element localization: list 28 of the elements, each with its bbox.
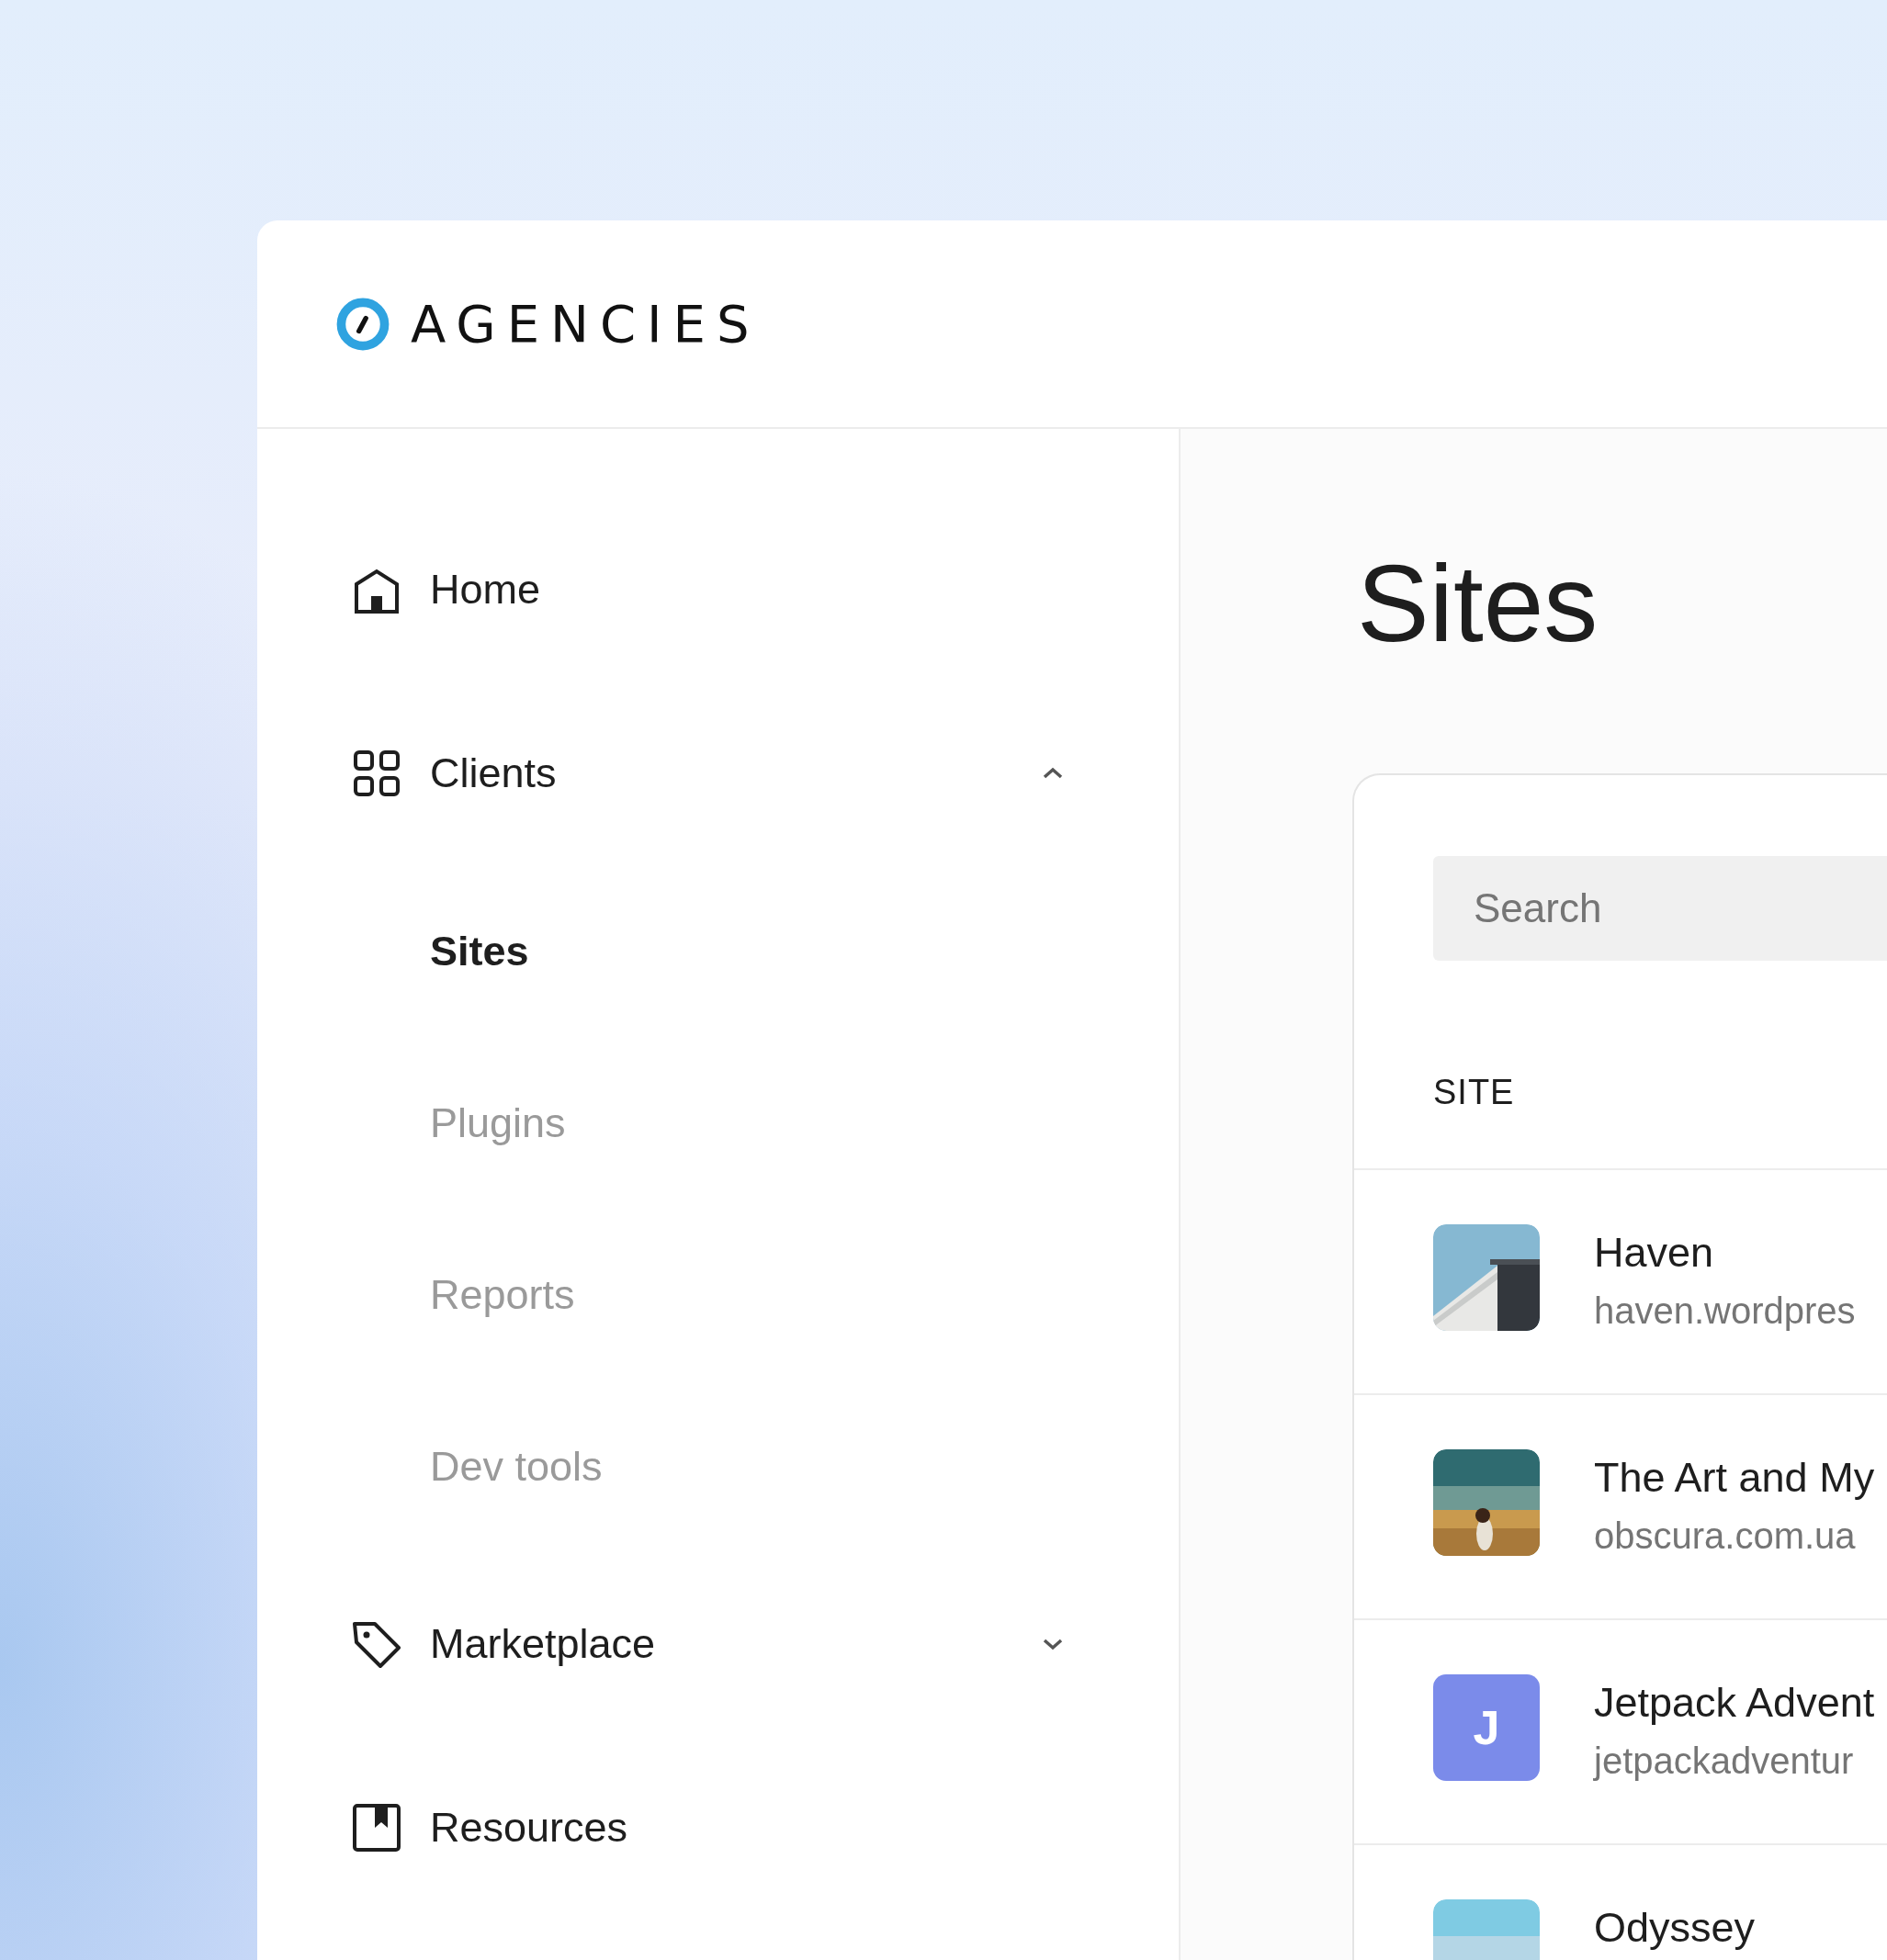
site-name: Jetpack Advent	[1594, 1680, 1875, 1726]
site-name: Haven	[1594, 1230, 1715, 1276]
site-name: The Art and My	[1594, 1455, 1875, 1501]
nav-item[interactable]: Home	[349, 498, 1064, 681]
nav-label: Clients	[430, 749, 558, 797]
site-row[interactable]: Haven haven.wordpres	[1354, 1170, 1887, 1395]
site-url: jetpackadventur	[1594, 1740, 1855, 1783]
nav-label: Resources	[430, 1804, 629, 1852]
site-row[interactable]: Odyssey	[1354, 1845, 1887, 1960]
chevron-up-icon[interactable]	[1042, 767, 1064, 780]
page-title: Sites	[1357, 542, 1599, 666]
site-row[interactable]: The Art and My obscura.com.ua	[1354, 1395, 1887, 1620]
logo-icon	[335, 296, 390, 352]
nav-item[interactable]: Clients	[349, 681, 1064, 865]
nav-item[interactable]: Marketplace	[349, 1552, 1064, 1736]
nav-item[interactable]: Resources	[349, 1736, 1064, 1920]
column-header: SITE	[1433, 1073, 1515, 1111]
site-avatar: J	[1433, 1674, 1540, 1781]
site-url: obscura.com.ua	[1594, 1515, 1857, 1558]
site-row[interactable]: J Jetpack Advent jetpackadventur	[1354, 1620, 1887, 1845]
logo-text: AGENCIES	[411, 294, 761, 354]
chevron-down-icon[interactable]	[1042, 1638, 1064, 1650]
site-name: Odyssey	[1594, 1905, 1756, 1951]
subnav-item[interactable]: Sites	[349, 865, 1064, 1037]
nav-label: Marketplace	[430, 1620, 657, 1668]
site-url: haven.wordpres	[1594, 1290, 1856, 1333]
nav-label: Home	[430, 566, 542, 614]
search-field[interactable]: Search	[1433, 856, 1887, 961]
